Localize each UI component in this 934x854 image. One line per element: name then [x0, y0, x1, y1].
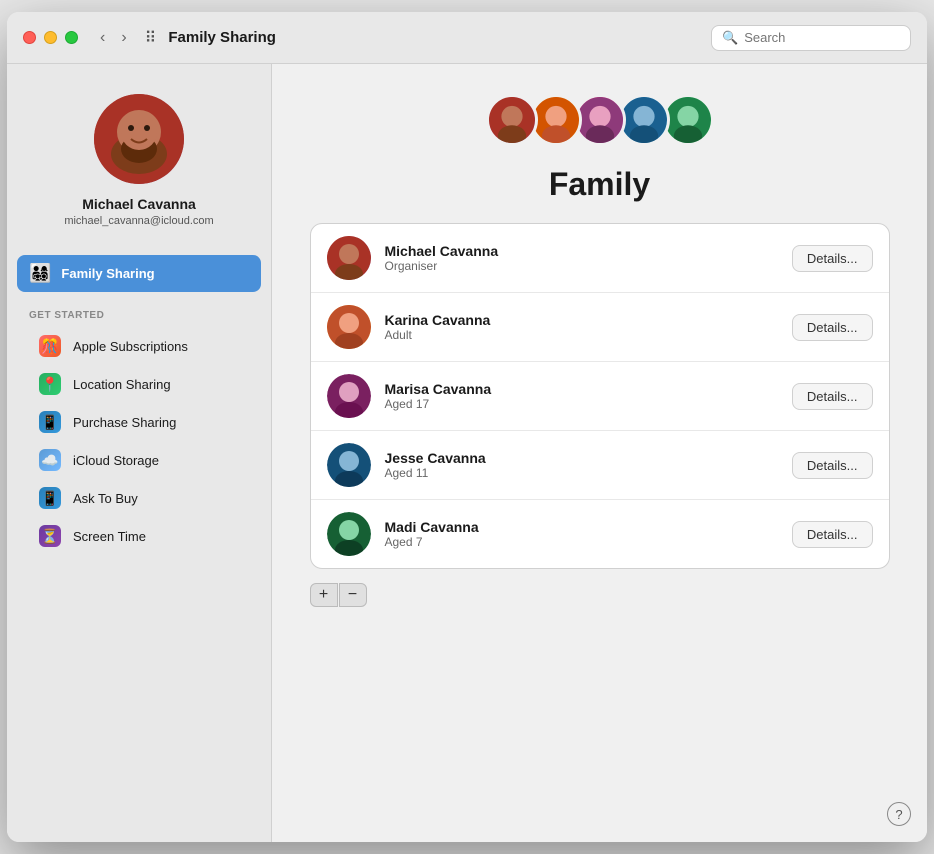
member-info-jesse: Jesse Cavanna Aged 11 — [385, 450, 778, 480]
member-avatar-marisa — [327, 374, 371, 418]
add-member-button[interactable]: + — [310, 583, 338, 607]
purchase-sharing-icon: 📱 — [39, 411, 61, 433]
member-avatar-madi — [327, 512, 371, 556]
content-area: Michael Cavanna michael_cavanna@icloud.c… — [7, 64, 927, 842]
member-role: Adult — [385, 328, 778, 342]
user-name: Michael Cavanna — [82, 196, 196, 212]
remove-member-button[interactable]: − — [339, 583, 367, 607]
forward-button[interactable]: › — [115, 27, 132, 49]
grid-button[interactable]: ⠿ — [145, 28, 157, 48]
family-title: Family — [549, 166, 650, 203]
sidebar-item-label: Screen Time — [73, 529, 146, 544]
screen-time-icon: ⏳ — [39, 525, 61, 547]
window-title: Family Sharing — [168, 29, 711, 46]
table-row: Marisa Cavanna Aged 17 Details... — [311, 362, 889, 431]
icloud-storage-icon: ☁️ — [39, 449, 61, 471]
sidebar: Michael Cavanna michael_cavanna@icloud.c… — [7, 64, 272, 842]
back-button[interactable]: ‹ — [94, 27, 111, 49]
sidebar-item-ask-to-buy[interactable]: 📱 Ask To Buy — [17, 479, 261, 517]
table-row: Jesse Cavanna Aged 11 Details... — [311, 431, 889, 500]
member-name: Michael Cavanna — [385, 243, 778, 259]
search-icon: 🔍 — [722, 30, 738, 46]
user-email: michael_cavanna@icloud.com — [64, 215, 213, 227]
member-name: Madi Cavanna — [385, 519, 778, 535]
details-button-madi[interactable]: Details... — [792, 521, 873, 548]
family-avatars — [486, 94, 714, 146]
app-window: ‹ › ⠿ Family Sharing 🔍 — [7, 12, 927, 842]
avatar — [94, 94, 184, 184]
search-input[interactable] — [744, 30, 900, 45]
sidebar-item-purchase-sharing[interactable]: 📱 Purchase Sharing — [17, 403, 261, 441]
sidebar-item-icloud-storage[interactable]: ☁️ iCloud Storage — [17, 441, 261, 479]
ask-to-buy-icon: 📱 — [39, 487, 61, 509]
sidebar-item-label: Ask To Buy — [73, 491, 138, 506]
member-info-michael: Michael Cavanna Organiser — [385, 243, 778, 273]
sidebar-item-apple-subscriptions[interactable]: 🎊 Apple Subscriptions — [17, 327, 261, 365]
family-list: Michael Cavanna Organiser Details... — [310, 223, 890, 569]
table-row: Madi Cavanna Aged 7 Details... — [311, 500, 889, 568]
sidebar-item-label: Family Sharing — [61, 266, 154, 281]
sidebar-item-screen-time[interactable]: ⏳ Screen Time — [17, 517, 261, 555]
family-sharing-icon: 👨‍👩‍👧‍👦 — [29, 263, 51, 284]
member-role: Aged 17 — [385, 397, 778, 411]
sidebar-item-family-sharing[interactable]: 👨‍👩‍👧‍👦 Family Sharing — [17, 255, 261, 292]
help-button[interactable]: ? — [887, 802, 911, 826]
location-sharing-icon: 📍 — [39, 373, 61, 395]
section-header: GET STARTED — [7, 300, 271, 327]
details-button-michael[interactable]: Details... — [792, 245, 873, 272]
member-avatar-michael — [327, 236, 371, 280]
member-role: Organiser — [385, 259, 778, 273]
table-row: Michael Cavanna Organiser Details... — [311, 224, 889, 293]
list-controls: + − — [310, 583, 367, 607]
traffic-lights — [23, 31, 78, 44]
details-button-marisa[interactable]: Details... — [792, 383, 873, 410]
nav-buttons: ‹ › — [94, 27, 133, 49]
member-name: Karina Cavanna — [385, 312, 778, 328]
member-avatar-karina — [327, 305, 371, 349]
table-row: Karina Cavanna Adult Details... — [311, 293, 889, 362]
member-role: Aged 7 — [385, 535, 778, 549]
user-profile: Michael Cavanna michael_cavanna@icloud.c… — [7, 84, 271, 247]
mini-avatar-michael — [486, 94, 538, 146]
member-info-karina: Karina Cavanna Adult — [385, 312, 778, 342]
details-button-karina[interactable]: Details... — [792, 314, 873, 341]
search-bar[interactable]: 🔍 — [711, 25, 911, 51]
member-info-marisa: Marisa Cavanna Aged 17 — [385, 381, 778, 411]
details-button-jesse[interactable]: Details... — [792, 452, 873, 479]
member-name: Marisa Cavanna — [385, 381, 778, 397]
sidebar-item-label: iCloud Storage — [73, 453, 159, 468]
main-panel: Family Michael Cavanna Organiser — [272, 64, 927, 842]
maximize-button[interactable] — [65, 31, 78, 44]
member-info-madi: Madi Cavanna Aged 7 — [385, 519, 778, 549]
member-avatar-jesse — [327, 443, 371, 487]
sidebar-item-label: Purchase Sharing — [73, 415, 176, 430]
sidebar-item-location-sharing[interactable]: 📍 Location Sharing — [17, 365, 261, 403]
member-name: Jesse Cavanna — [385, 450, 778, 466]
apple-subscriptions-icon: 🎊 — [39, 335, 61, 357]
close-button[interactable] — [23, 31, 36, 44]
sidebar-item-label: Apple Subscriptions — [73, 339, 188, 354]
member-role: Aged 11 — [385, 466, 778, 480]
sidebar-item-label: Location Sharing — [73, 377, 171, 392]
titlebar: ‹ › ⠿ Family Sharing 🔍 — [7, 12, 927, 64]
minimize-button[interactable] — [44, 31, 57, 44]
